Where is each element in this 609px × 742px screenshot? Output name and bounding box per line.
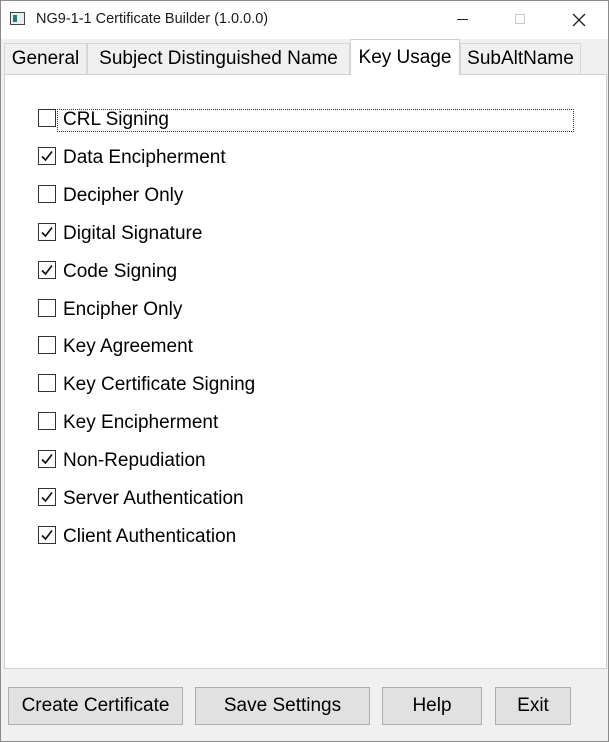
checkbox[interactable] [38, 222, 56, 241]
checkbox-label: Key Certificate Signing [63, 374, 256, 396]
checkmark-icon [41, 529, 53, 541]
tab-subject-distinguished-name[interactable]: Subject Distinguished Name [87, 43, 350, 74]
app-icon [10, 12, 25, 25]
checkmark-icon [41, 226, 53, 237]
checkbox-label: Client Authentication [63, 525, 237, 547]
title-bar[interactable]: NG9-1-1 Certificate Builder (1.0.0.0) [1, 1, 608, 39]
create-certificate-button[interactable]: Create Certificate [8, 687, 183, 725]
close-icon [572, 13, 586, 27]
help-button[interactable]: Help [382, 687, 482, 725]
checkbox[interactable] [38, 374, 56, 393]
checkmark-icon [41, 454, 53, 465]
checkbox-label: CRL Signing [63, 109, 169, 130]
tab-key-usage[interactable]: Key Usage [350, 39, 460, 75]
tab-strip: General Subject Distinguished Name Key U… [1, 39, 608, 75]
checkbox-label: Code Signing [63, 260, 178, 282]
checkbox[interactable] [38, 525, 56, 544]
exit-button[interactable]: Exit [495, 687, 571, 725]
save-settings-button[interactable]: Save Settings [195, 687, 370, 725]
checkbox-label: Encipher Only [63, 298, 183, 320]
checkbox[interactable] [38, 450, 56, 469]
close-button[interactable] [550, 1, 608, 39]
checkbox[interactable] [38, 336, 56, 355]
maximize-icon [515, 14, 525, 24]
checkmark-icon [41, 264, 53, 275]
checkbox[interactable] [38, 109, 56, 127]
minimize-button[interactable] [433, 1, 491, 39]
checkbox-label: Non-Repudiation [63, 450, 206, 472]
checkbox[interactable] [38, 412, 56, 431]
checkbox[interactable] [38, 298, 56, 317]
tab-general[interactable]: General [4, 43, 87, 74]
app-window: NG9-1-1 Certificate Builder (1.0.0.0) Ge… [0, 0, 609, 742]
checkbox-label: Data Encipherment [63, 146, 226, 168]
minimize-icon [457, 19, 468, 20]
checkbox-label: Server Authentication [63, 488, 244, 509]
checkbox-label: Key Encipherment [63, 412, 219, 434]
window-title: NG9-1-1 Certificate Builder (1.0.0.0) [36, 11, 269, 27]
tab-subaltname[interactable]: SubAltName [460, 43, 581, 74]
checkbox-label: Decipher Only [63, 184, 184, 206]
checkmark-icon [41, 150, 53, 162]
maximize-button[interactable] [491, 1, 549, 39]
checkmark-icon [41, 491, 53, 503]
checkbox[interactable] [38, 260, 56, 279]
checkbox-label: Digital Signature [63, 222, 203, 244]
checkbox[interactable] [38, 146, 56, 165]
checkbox[interactable] [38, 184, 56, 203]
key-usage-panel: CRL Signing Data Encipherment Decipher Onl… [4, 74, 607, 669]
checkbox-label: Key Agreement [63, 336, 193, 358]
checkbox[interactable] [38, 488, 56, 506]
